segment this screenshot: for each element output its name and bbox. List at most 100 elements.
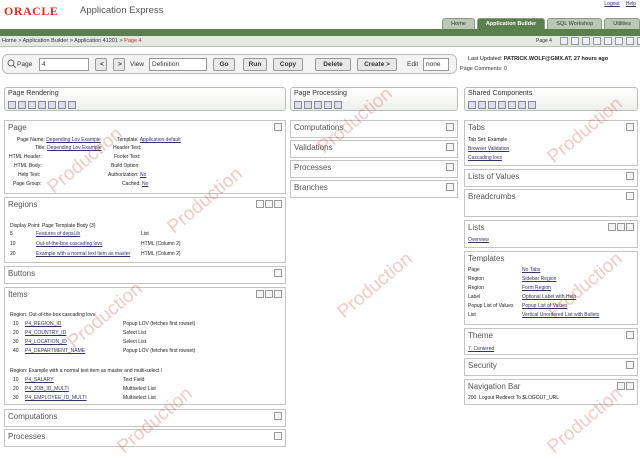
template-link[interactable]: Form Region — [522, 285, 551, 291]
item-link[interactable]: P4_LOCATION_ID — [25, 339, 67, 345]
copy-icon[interactable] — [617, 223, 625, 231]
list-icon[interactable] — [498, 101, 506, 109]
prev-page-icon[interactable] — [582, 37, 590, 45]
copy-button[interactable]: Copy — [273, 58, 303, 71]
tab-link[interactable]: Browser Validation — [468, 146, 509, 152]
add-icon[interactable] — [626, 123, 634, 131]
help-icon[interactable] — [58, 101, 66, 109]
run-button[interactable]: Run — [243, 58, 267, 71]
create-button[interactable]: Create > — [357, 58, 397, 71]
breadcrumb-path[interactable]: Home > Application Builder > Application… — [2, 38, 123, 44]
report-icon[interactable] — [478, 101, 486, 109]
edit-icon[interactable] — [626, 361, 634, 369]
template-link[interactable]: Vertical Unordered List with Bullets — [522, 312, 599, 318]
reorder-icon[interactable] — [256, 290, 264, 298]
template-link[interactable]: Sidebar Region — [522, 276, 556, 282]
help-link[interactable]: Help — [626, 1, 636, 7]
filter-icon[interactable] — [294, 101, 302, 109]
region-link[interactable]: Features of depsLib — [36, 231, 80, 237]
globe-icon[interactable] — [518, 101, 526, 109]
list-link[interactable]: Overview — [468, 237, 489, 243]
next-page-button[interactable]: > — [113, 58, 125, 71]
form-icon[interactable] — [508, 101, 516, 109]
tab-home[interactable]: Home — [442, 18, 475, 29]
theme-link[interactable]: 7. Centered — [468, 346, 494, 352]
tab-utilities[interactable]: Utilities — [604, 18, 640, 29]
add-icon[interactable] — [446, 163, 454, 171]
reorder-icon[interactable] — [608, 223, 616, 231]
item-link[interactable]: P4_JOB_ID_MULTI — [25, 386, 69, 392]
gear-icon[interactable] — [68, 101, 76, 109]
copy-icon[interactable] — [265, 290, 273, 298]
add-icon[interactable] — [626, 382, 634, 390]
edit-icon[interactable] — [626, 331, 634, 339]
tree-icon[interactable] — [28, 101, 36, 109]
item-link[interactable]: P4_EMPLOYEE_ID_MULTI — [25, 395, 87, 401]
add-icon[interactable] — [626, 172, 634, 180]
add-icon[interactable] — [274, 412, 282, 420]
form-icon[interactable] — [324, 101, 332, 109]
logout-link[interactable]: Logout — [604, 1, 619, 7]
html-header-label: HTML Header: — [9, 154, 42, 160]
delete-button[interactable]: Delete — [315, 58, 351, 71]
tree-icon[interactable] — [488, 101, 496, 109]
add-icon[interactable] — [274, 432, 282, 440]
copy-icon[interactable] — [265, 200, 273, 208]
tab-application-builder[interactable]: Application Builder — [476, 18, 546, 29]
form-icon[interactable] — [48, 101, 56, 109]
template-kind: Popup List of Values — [468, 303, 514, 309]
lock-icon[interactable] — [560, 37, 568, 45]
cached-value[interactable]: No — [142, 181, 148, 187]
gear-icon[interactable] — [334, 101, 342, 109]
theme-title: Theme — [468, 331, 493, 340]
add-icon[interactable] — [274, 200, 282, 208]
title-value[interactable]: Depending Lov Example — [47, 145, 101, 151]
folder-icon[interactable] — [38, 101, 46, 109]
add-icon[interactable] — [626, 192, 634, 200]
add-icon[interactable] — [274, 269, 282, 277]
next-page-icon[interactable] — [593, 37, 601, 45]
shared-icon[interactable] — [615, 37, 623, 45]
edit-icon[interactable] — [274, 123, 282, 131]
template-link[interactable]: Popup List of Values — [522, 303, 568, 309]
authorization-value[interactable]: No — [140, 172, 146, 178]
add-icon[interactable] — [446, 143, 454, 151]
edit-select[interactable]: none — [423, 58, 449, 71]
page-name-value[interactable]: Depending Lov Example — [46, 137, 100, 143]
go-button[interactable]: Go — [213, 58, 235, 71]
view-select[interactable]: Definition — [149, 58, 207, 71]
export-icon[interactable] — [626, 37, 634, 45]
filter-icon[interactable] — [8, 101, 16, 109]
item-link[interactable]: P4_SALARY — [25, 377, 54, 383]
item-link[interactable]: P4_COUNTRY_ID — [25, 330, 66, 336]
copy-icon[interactable] — [604, 37, 612, 45]
navbar-entry[interactable]: 200. Logout Redirect To $LOGOUT_URL — [468, 395, 559, 401]
validations-section: Validations — [290, 140, 458, 158]
gear-icon[interactable] — [528, 101, 536, 109]
chart-icon[interactable] — [304, 101, 312, 109]
template-value[interactable]: Application default — [140, 137, 181, 143]
add-icon[interactable] — [446, 123, 454, 131]
item-link[interactable]: P4_REGION_ID — [25, 321, 61, 327]
prev-page-button[interactable]: < — [95, 58, 107, 71]
report-icon[interactable] — [18, 101, 26, 109]
tab-sql-workshop[interactable]: SQL Workshop — [547, 18, 603, 29]
template-link[interactable]: No Tabs — [522, 267, 540, 273]
html-body-label: HTML Body: — [14, 163, 42, 169]
reorder-icon[interactable] — [256, 200, 264, 208]
add-icon[interactable] — [446, 183, 454, 191]
add-icon[interactable] — [274, 290, 282, 298]
item-link[interactable]: P4_DEPARTMENT_NAME — [25, 348, 85, 354]
template-link[interactable]: Optional Label with Help — [522, 294, 576, 300]
page-comments[interactable]: Page Comments: 0 — [460, 66, 507, 72]
edit-page-icon[interactable] — [571, 37, 579, 45]
filter-icon[interactable] — [468, 101, 476, 109]
report-icon[interactable] — [314, 101, 322, 109]
add-icon[interactable] — [626, 223, 634, 231]
tab-link[interactable]: Cascading lovs — [468, 155, 502, 161]
region-link[interactable]: Example with a normal text item as maste… — [36, 251, 130, 257]
page-input[interactable]: 4 — [39, 58, 89, 71]
item-type: Text Field — [123, 377, 145, 383]
region-link[interactable]: Out-of-the-box cascading lovs — [36, 241, 102, 247]
copy-icon[interactable] — [617, 382, 625, 390]
